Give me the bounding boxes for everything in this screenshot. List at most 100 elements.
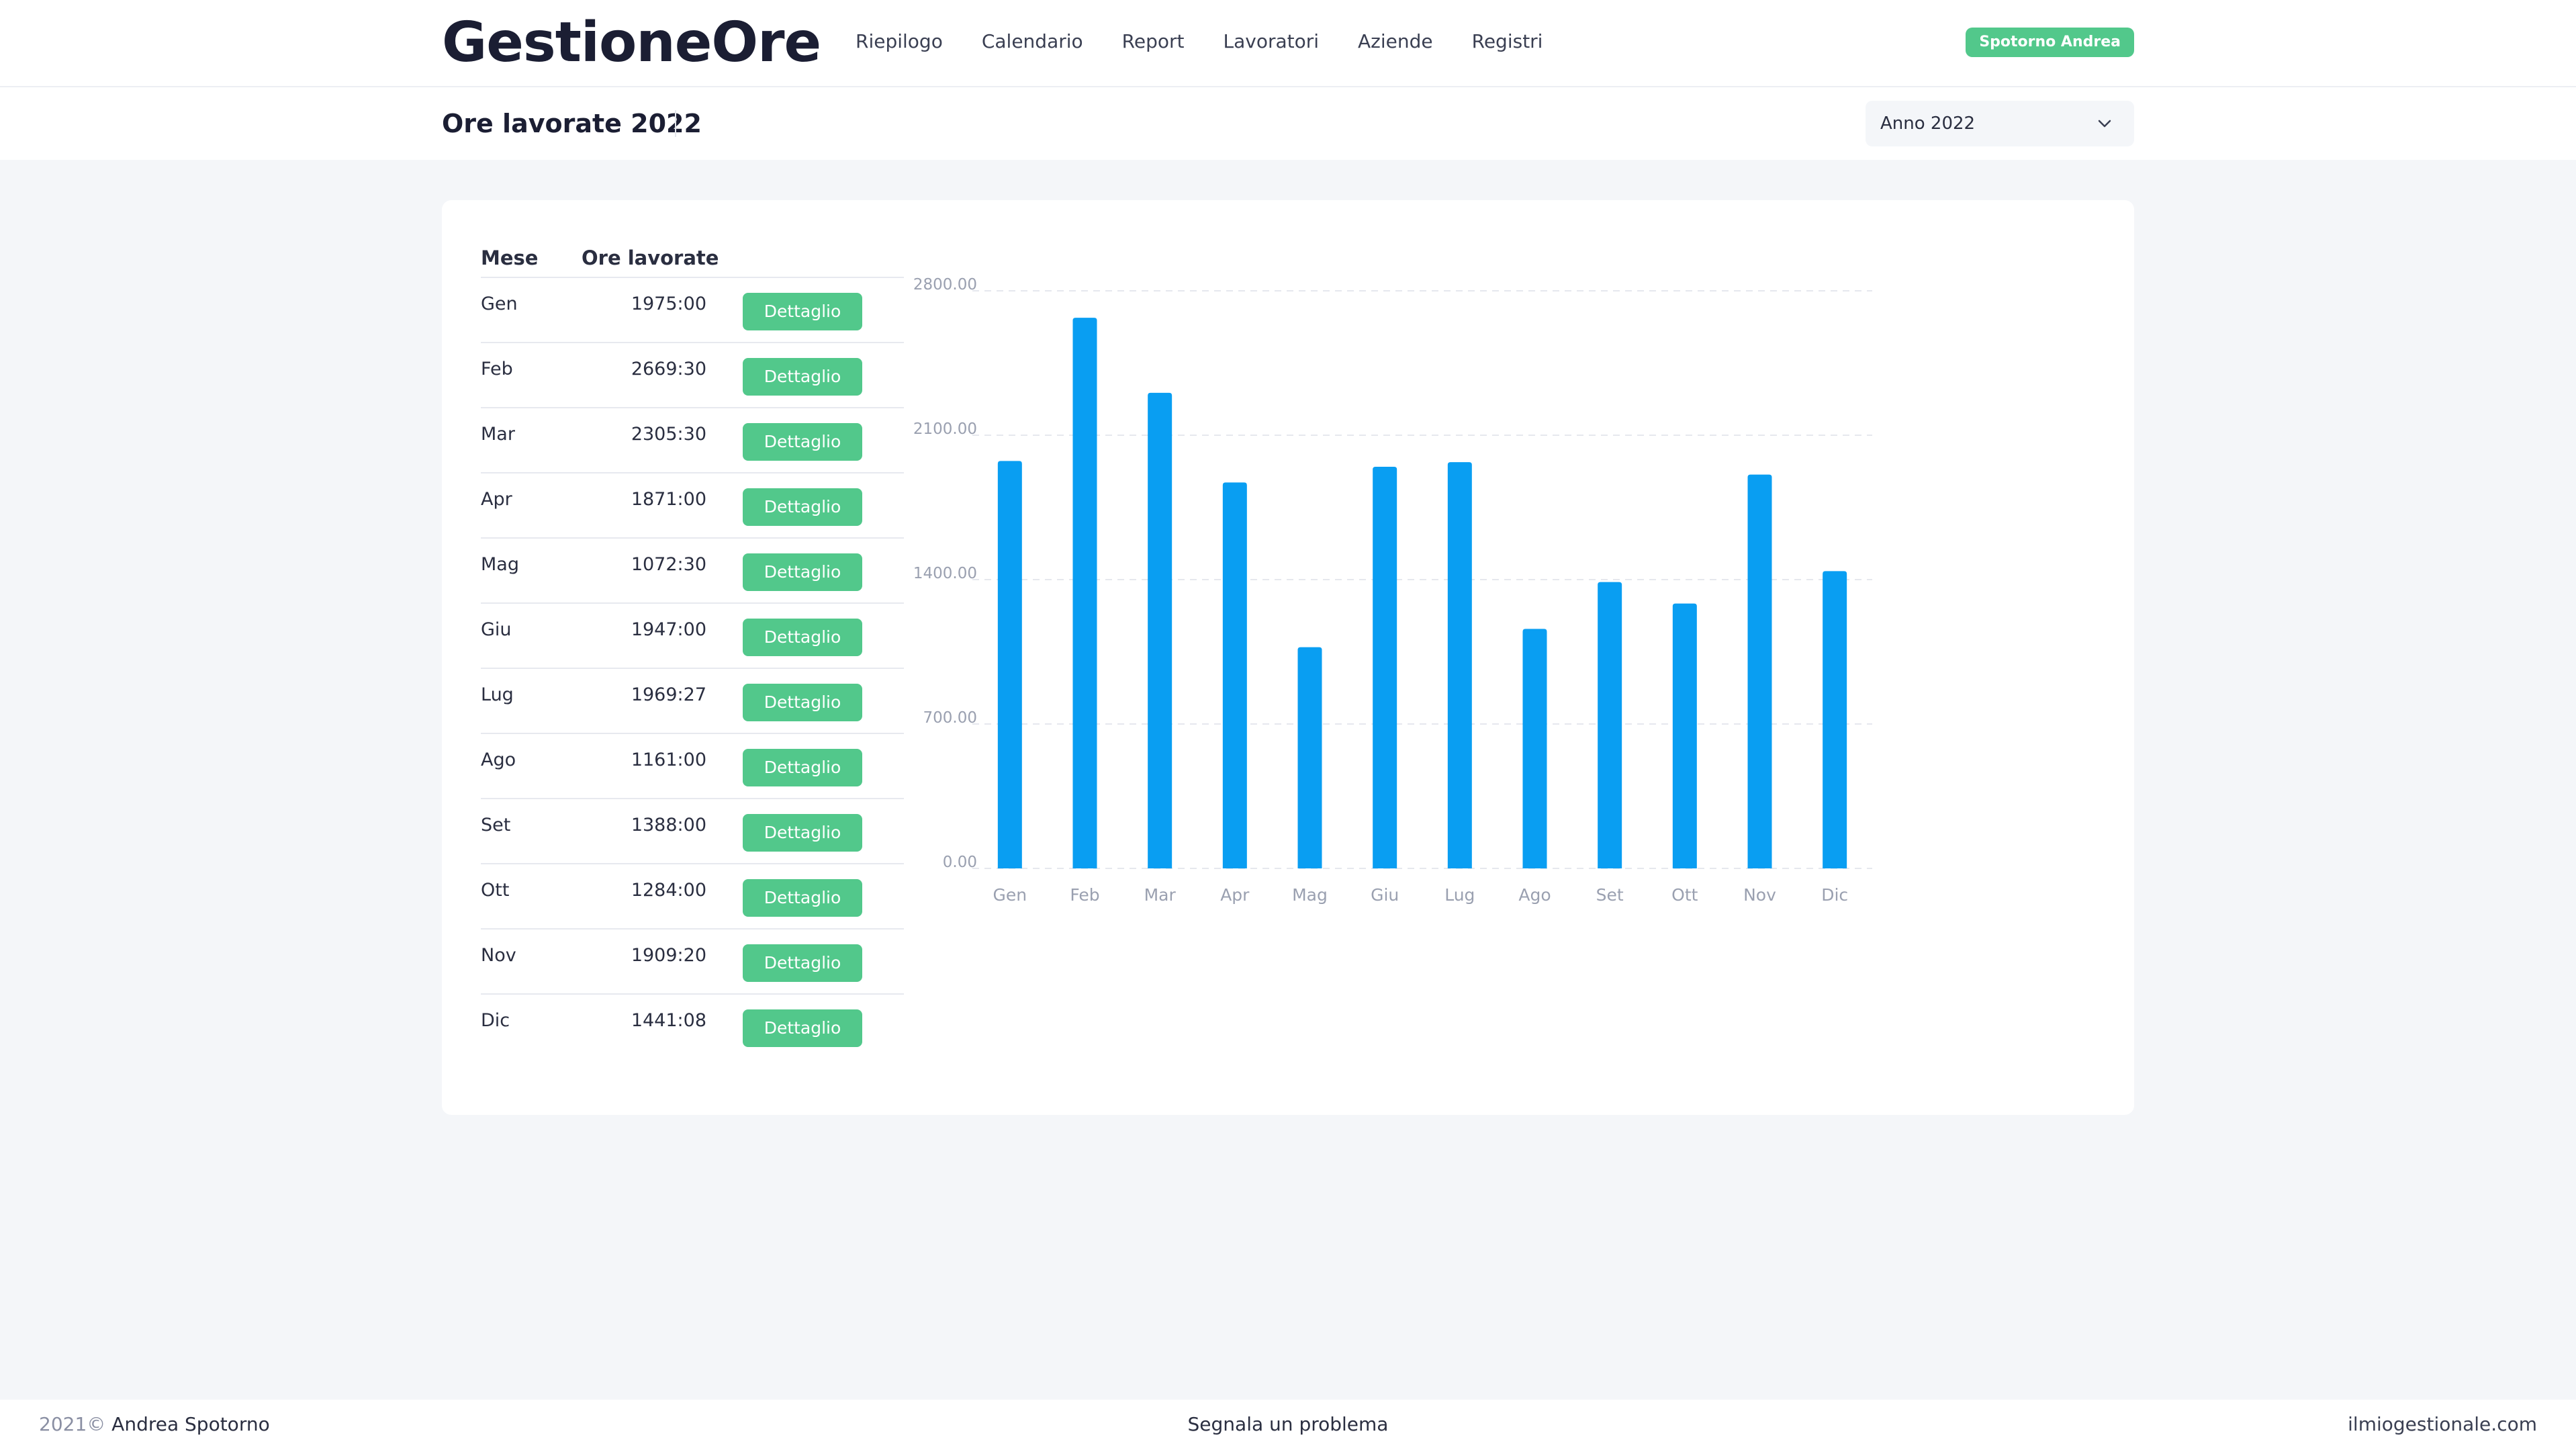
table-body: Gen 1975:00 Dettaglio Feb 2669:30 Dettaglio Ma… [481, 278, 904, 1058]
x-tick-label: Nov [1743, 885, 1776, 905]
cell-hours: 1947:00 [631, 619, 706, 640]
detail-button[interactable]: Dettaglio [743, 358, 862, 396]
bar-apr[interactable] [1222, 482, 1247, 868]
footer-center: Segnala un problema [0, 1413, 2576, 1436]
x-tick-label: Giu [1371, 885, 1399, 905]
y-tick-label: 2100.00 [913, 420, 977, 438]
x-tick-label: Feb [1070, 885, 1099, 905]
hours-card: Mese Ore lavorate Gen 1975:00 Dettaglio Feb… [442, 200, 2134, 1115]
cell-hours: 1072:30 [631, 554, 706, 575]
bar-dic[interactable] [1823, 571, 1847, 868]
footer: 2021© Andrea Spotorno Segnala un problem… [0, 1400, 2576, 1448]
cell-hours: 1969:27 [631, 684, 706, 705]
y-tick-label: 2800.00 [913, 276, 977, 293]
footer-copyright: 2021© Andrea Spotorno [39, 1413, 270, 1436]
bar-gen[interactable] [997, 461, 1022, 868]
bar-mag[interactable] [1297, 647, 1322, 868]
main-nav: Riepilogo Calendario Report Lavoratori A… [856, 30, 1581, 54]
cell-month: Mag [481, 554, 519, 575]
x-tick-label: Mag [1292, 885, 1328, 905]
nav-item-lavoratori[interactable]: Lavoratori [1223, 30, 1319, 54]
page-header: Ore lavorate 2022 Anno 2022 [0, 87, 2576, 160]
x-tick-label: Apr [1220, 885, 1250, 905]
bar-nov[interactable] [1747, 474, 1772, 868]
year-select-value: Anno 2022 [1880, 114, 1976, 134]
column-header-month: Mese [481, 246, 539, 269]
cell-month: Gen [481, 293, 518, 314]
nav-item-riepilogo[interactable]: Riepilogo [856, 30, 943, 54]
cell-month: Set [481, 815, 511, 835]
cell-hours: 2305:30 [631, 424, 706, 445]
cell-month: Ott [481, 880, 510, 901]
detail-button[interactable]: Dettaglio [743, 814, 862, 852]
cell-month: Ago [481, 750, 516, 770]
cell-month: Lug [481, 684, 514, 705]
detail-button[interactable]: Dettaglio [743, 423, 862, 461]
detail-button[interactable]: Dettaglio [743, 749, 862, 786]
hours-table: Mese Ore lavorate Gen 1975:00 Dettaglio Feb… [481, 234, 904, 1058]
detail-button[interactable]: Dettaglio [743, 1009, 862, 1047]
bar-lug[interactable] [1447, 462, 1472, 868]
detail-button[interactable]: Dettaglio [743, 553, 862, 591]
x-tick-label: Ott [1671, 885, 1698, 905]
nav-item-registri[interactable]: Registri [1472, 30, 1543, 54]
y-tick-label: 0.00 [943, 854, 977, 871]
table-row: Ott 1284:00 Dettaglio [481, 864, 904, 930]
bar-ott[interactable] [1672, 603, 1697, 868]
x-tick-label: Mar [1144, 885, 1177, 905]
detail-button[interactable]: Dettaglio [743, 488, 862, 526]
table-row: Nov 1909:20 Dettaglio [481, 930, 904, 995]
table-row: Gen 1975:00 Dettaglio [481, 278, 904, 343]
table-row: Giu 1947:00 Dettaglio [481, 604, 904, 669]
y-tick-label: 700.00 [923, 709, 977, 727]
table-row: Dic 1441:08 Dettaglio [481, 995, 904, 1058]
table-row: Lug 1969:27 Dettaglio [481, 669, 904, 734]
cell-hours: 1441:08 [631, 1010, 706, 1031]
bar-set[interactable] [1598, 582, 1622, 868]
year-select[interactable]: Anno 2022 [1866, 101, 2134, 146]
cell-hours: 1909:20 [631, 945, 706, 966]
nav-item-calendario[interactable]: Calendario [982, 30, 1083, 54]
table-row: Ago 1161:00 Dettaglio [481, 734, 904, 799]
detail-button[interactable]: Dettaglio [743, 684, 862, 721]
cell-hours: 1871:00 [631, 489, 706, 510]
cell-month: Apr [481, 489, 512, 510]
detail-button[interactable]: Dettaglio [743, 619, 862, 656]
nav-item-aziende[interactable]: Aziende [1358, 30, 1433, 54]
cell-month: Giu [481, 619, 512, 640]
user-menu-button[interactable]: Spotorno Andrea [1966, 28, 2134, 57]
cell-month: Mar [481, 424, 515, 445]
brand-logo[interactable]: GestioneOre [442, 9, 821, 77]
footer-year: 2021© [39, 1413, 106, 1435]
footer-site-link[interactable]: ilmiogestionale.com [2348, 1413, 2537, 1436]
hours-bar-chart: 0.00 700.00 1400.00 2100.00 2800.00 Gen Feb Mar… [913, 276, 1872, 905]
x-tick-label: Lug [1444, 885, 1475, 905]
table-row: Apr 1871:00 Dettaglio [481, 473, 904, 539]
cell-month: Dic [481, 1010, 510, 1031]
bar-mar[interactable] [1148, 392, 1172, 868]
x-tick-label: Dic [1821, 885, 1848, 905]
detail-button[interactable]: Dettaglio [743, 879, 862, 917]
table-row: Mag 1072:30 Dettaglio [481, 539, 904, 604]
bar-giu[interactable] [1373, 466, 1397, 868]
y-tick-label: 1400.00 [913, 565, 977, 582]
title-divider [675, 110, 676, 137]
cell-hours: 1975:00 [631, 293, 706, 314]
bar-feb[interactable] [1072, 318, 1097, 868]
cell-hours: 2669:30 [631, 359, 706, 379]
cell-month: Nov [481, 945, 516, 966]
chevron-down-icon [2098, 120, 2111, 128]
column-header-hours: Ore lavorate [582, 246, 719, 269]
cell-hours: 1284:00 [631, 880, 706, 901]
cell-month: Feb [481, 359, 513, 379]
footer-author: Andrea Spotorno [111, 1413, 270, 1435]
x-tick-label: Ago [1518, 885, 1551, 905]
nav-item-report[interactable]: Report [1122, 30, 1185, 54]
detail-button[interactable]: Dettaglio [743, 293, 862, 330]
bar-ago[interactable] [1522, 629, 1547, 868]
report-problem-link[interactable]: Segnala un problema [1188, 1413, 1389, 1435]
table-row: Feb 2669:30 Dettaglio [481, 343, 904, 408]
detail-button[interactable]: Dettaglio [743, 944, 862, 982]
top-navbar: GestioneOre Riepilogo Calendario Report … [0, 0, 2576, 87]
x-tick-label: Set [1596, 885, 1624, 905]
